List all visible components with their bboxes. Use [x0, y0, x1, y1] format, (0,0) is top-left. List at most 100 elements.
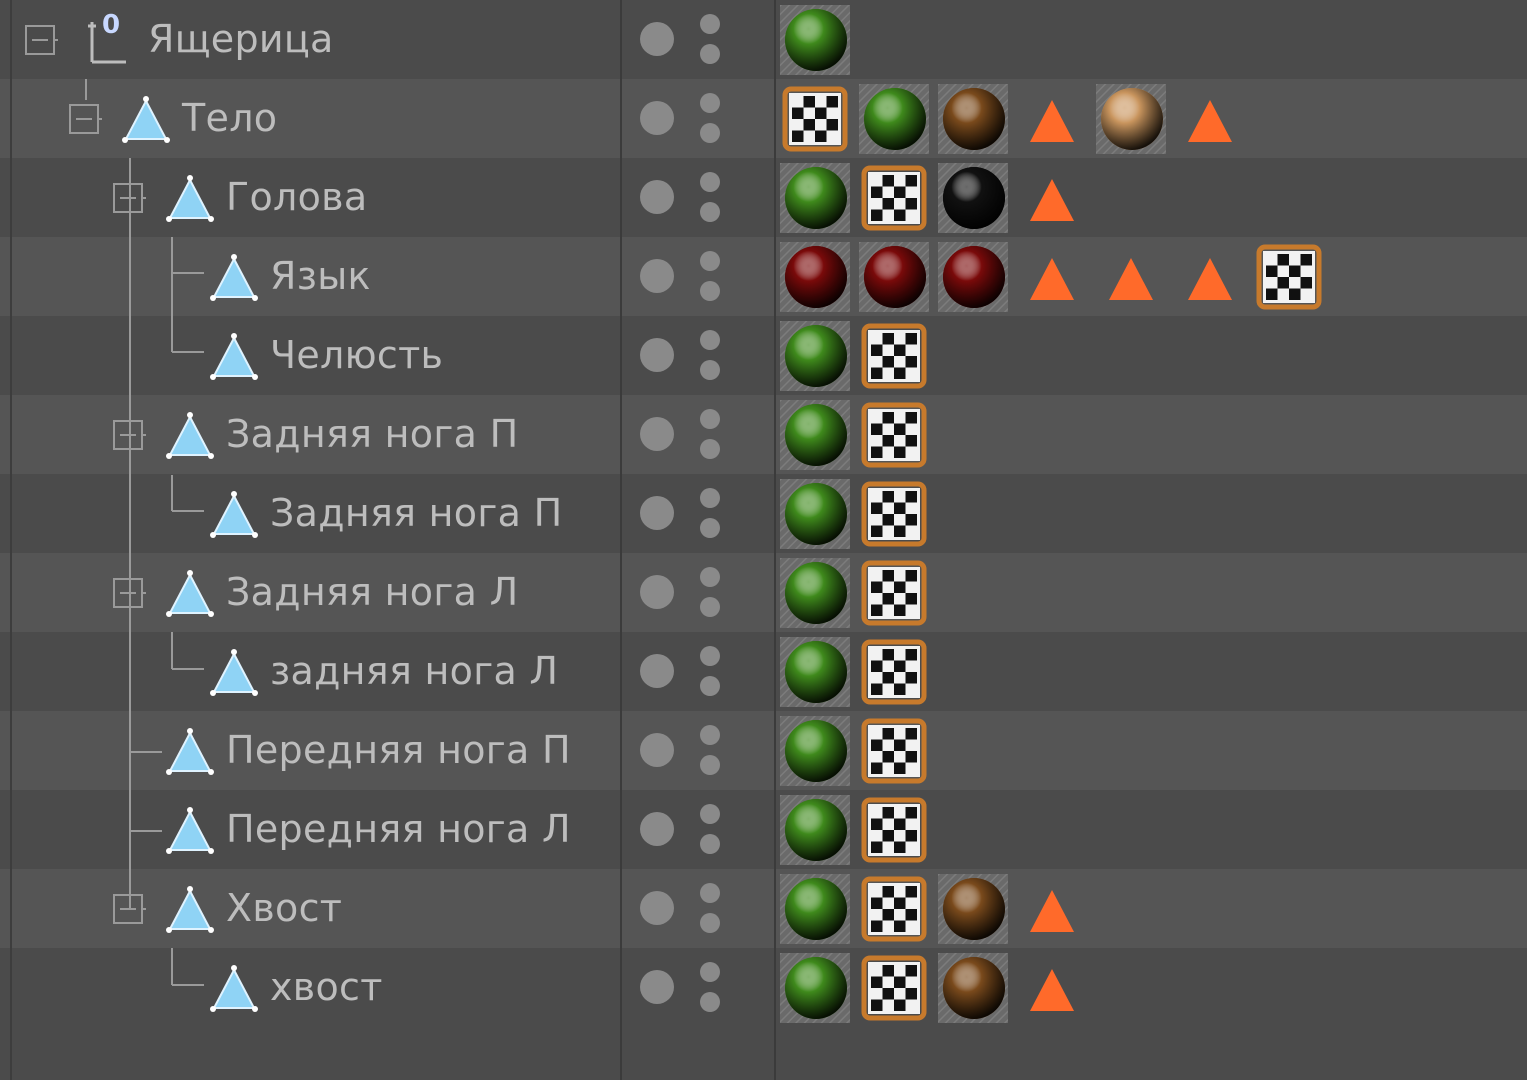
- material-tag-icon[interactable]: [780, 795, 850, 865]
- layer-dot-icon[interactable]: [640, 654, 674, 688]
- object-name-cell[interactable]: Задняя нога П: [0, 395, 620, 474]
- material-tag-icon[interactable]: [780, 716, 850, 786]
- layer-dot-icon[interactable]: [640, 180, 674, 214]
- layer-dot-icon[interactable]: [640, 575, 674, 609]
- column-divider[interactable]: [620, 0, 622, 1080]
- object-row[interactable]: Язык: [0, 237, 1527, 316]
- column-divider[interactable]: [774, 0, 776, 1080]
- layer-dot-icon[interactable]: [640, 812, 674, 846]
- selection-tag-icon[interactable]: [1175, 84, 1245, 154]
- layer-dot-icon[interactable]: [640, 496, 674, 530]
- editor-visibility-dot-icon[interactable]: [700, 330, 720, 350]
- object-row[interactable]: Задняя нога Л: [0, 553, 1527, 632]
- material-tag-icon[interactable]: [859, 84, 929, 154]
- collapse-toggle-icon[interactable]: [66, 101, 108, 137]
- editor-visibility-dot-icon[interactable]: [700, 646, 720, 666]
- material-tag-icon[interactable]: [938, 163, 1008, 233]
- object-row[interactable]: задняя нога Л: [0, 632, 1527, 711]
- texture-tag-icon[interactable]: [859, 637, 929, 707]
- editor-visibility-dot-icon[interactable]: [700, 172, 720, 192]
- editor-visibility-dot-icon[interactable]: [700, 14, 720, 34]
- object-name-cell[interactable]: Голова: [0, 158, 620, 237]
- editor-visibility-dot-icon[interactable]: [700, 883, 720, 903]
- object-row[interactable]: Челюсть: [0, 316, 1527, 395]
- collapse-toggle-icon[interactable]: [22, 22, 64, 58]
- object-name-cell[interactable]: задняя нога Л: [0, 632, 620, 711]
- editor-visibility-dot-icon[interactable]: [700, 488, 720, 508]
- texture-tag-icon[interactable]: [1254, 242, 1324, 312]
- material-tag-icon[interactable]: [780, 479, 850, 549]
- material-tag-icon[interactable]: [780, 400, 850, 470]
- texture-tag-icon[interactable]: [859, 400, 929, 470]
- selection-tag-icon[interactable]: [1017, 874, 1087, 944]
- object-row[interactable]: Голова: [0, 158, 1527, 237]
- selection-tag-icon[interactable]: [1017, 242, 1087, 312]
- render-visibility-dot-icon[interactable]: [700, 834, 720, 854]
- texture-tag-icon[interactable]: [859, 163, 929, 233]
- editor-visibility-dot-icon[interactable]: [700, 251, 720, 271]
- texture-tag-icon[interactable]: [859, 716, 929, 786]
- material-tag-icon[interactable]: [1096, 84, 1166, 154]
- selection-tag-icon[interactable]: [1017, 953, 1087, 1023]
- render-visibility-dot-icon[interactable]: [700, 123, 720, 143]
- editor-visibility-dot-icon[interactable]: [700, 93, 720, 113]
- object-row[interactable]: хвост: [0, 948, 1527, 1027]
- render-visibility-dot-icon[interactable]: [700, 360, 720, 380]
- render-visibility-dot-icon[interactable]: [700, 992, 720, 1012]
- material-tag-icon[interactable]: [780, 321, 850, 391]
- object-name-cell[interactable]: Задняя нога П: [0, 474, 620, 553]
- material-tag-icon[interactable]: [780, 874, 850, 944]
- object-name-cell[interactable]: Челюсть: [0, 316, 620, 395]
- object-row[interactable]: Задняя нога П: [0, 395, 1527, 474]
- render-visibility-dot-icon[interactable]: [700, 202, 720, 222]
- material-tag-icon[interactable]: [780, 242, 850, 312]
- object-name-cell[interactable]: Тело: [0, 79, 620, 158]
- object-name-cell[interactable]: Хвост: [0, 869, 620, 948]
- material-tag-icon[interactable]: [780, 558, 850, 628]
- editor-visibility-dot-icon[interactable]: [700, 409, 720, 429]
- object-row[interactable]: Задняя нога П: [0, 474, 1527, 553]
- object-row[interactable]: Передняя нога П: [0, 711, 1527, 790]
- object-name-cell[interactable]: Передняя нога П: [0, 711, 620, 790]
- object-name-cell[interactable]: Передняя нога Л: [0, 790, 620, 869]
- object-name-cell[interactable]: хвост: [0, 948, 620, 1027]
- texture-tag-icon[interactable]: [859, 795, 929, 865]
- material-tag-icon[interactable]: [780, 953, 850, 1023]
- collapse-toggle-icon[interactable]: [110, 891, 152, 927]
- material-tag-icon[interactable]: [938, 242, 1008, 312]
- object-name-cell[interactable]: Язык: [0, 237, 620, 316]
- render-visibility-dot-icon[interactable]: [700, 676, 720, 696]
- object-row[interactable]: Хвост: [0, 869, 1527, 948]
- layer-dot-icon[interactable]: [640, 22, 674, 56]
- texture-tag-icon[interactable]: [859, 321, 929, 391]
- layer-dot-icon[interactable]: [640, 891, 674, 925]
- object-row[interactable]: Тело: [0, 79, 1527, 158]
- layer-dot-icon[interactable]: [640, 101, 674, 135]
- material-tag-icon[interactable]: [938, 874, 1008, 944]
- layer-dot-icon[interactable]: [640, 970, 674, 1004]
- object-name-cell[interactable]: Задняя нога Л: [0, 553, 620, 632]
- object-name-cell[interactable]: 0 Ящерица: [0, 0, 620, 79]
- texture-tag-icon[interactable]: [859, 479, 929, 549]
- material-tag-icon[interactable]: [938, 953, 1008, 1023]
- collapse-toggle-icon[interactable]: [110, 417, 152, 453]
- object-row[interactable]: Передняя нога Л: [0, 790, 1527, 869]
- texture-tag-icon[interactable]: [859, 874, 929, 944]
- selection-tag-icon[interactable]: [1175, 242, 1245, 312]
- editor-visibility-dot-icon[interactable]: [700, 962, 720, 982]
- layer-dot-icon[interactable]: [640, 733, 674, 767]
- object-row[interactable]: 0 Ящерица: [0, 0, 1527, 79]
- selection-tag-icon[interactable]: [1096, 242, 1166, 312]
- selection-tag-icon[interactable]: [1017, 163, 1087, 233]
- layer-dot-icon[interactable]: [640, 259, 674, 293]
- layer-dot-icon[interactable]: [640, 417, 674, 451]
- material-tag-icon[interactable]: [859, 242, 929, 312]
- material-tag-icon[interactable]: [938, 84, 1008, 154]
- texture-tag-icon[interactable]: [859, 558, 929, 628]
- material-tag-icon[interactable]: [780, 637, 850, 707]
- render-visibility-dot-icon[interactable]: [700, 913, 720, 933]
- empty-area[interactable]: [0, 1027, 1527, 1080]
- collapse-toggle-icon[interactable]: [110, 575, 152, 611]
- render-visibility-dot-icon[interactable]: [700, 439, 720, 459]
- texture-tag-icon[interactable]: [859, 953, 929, 1023]
